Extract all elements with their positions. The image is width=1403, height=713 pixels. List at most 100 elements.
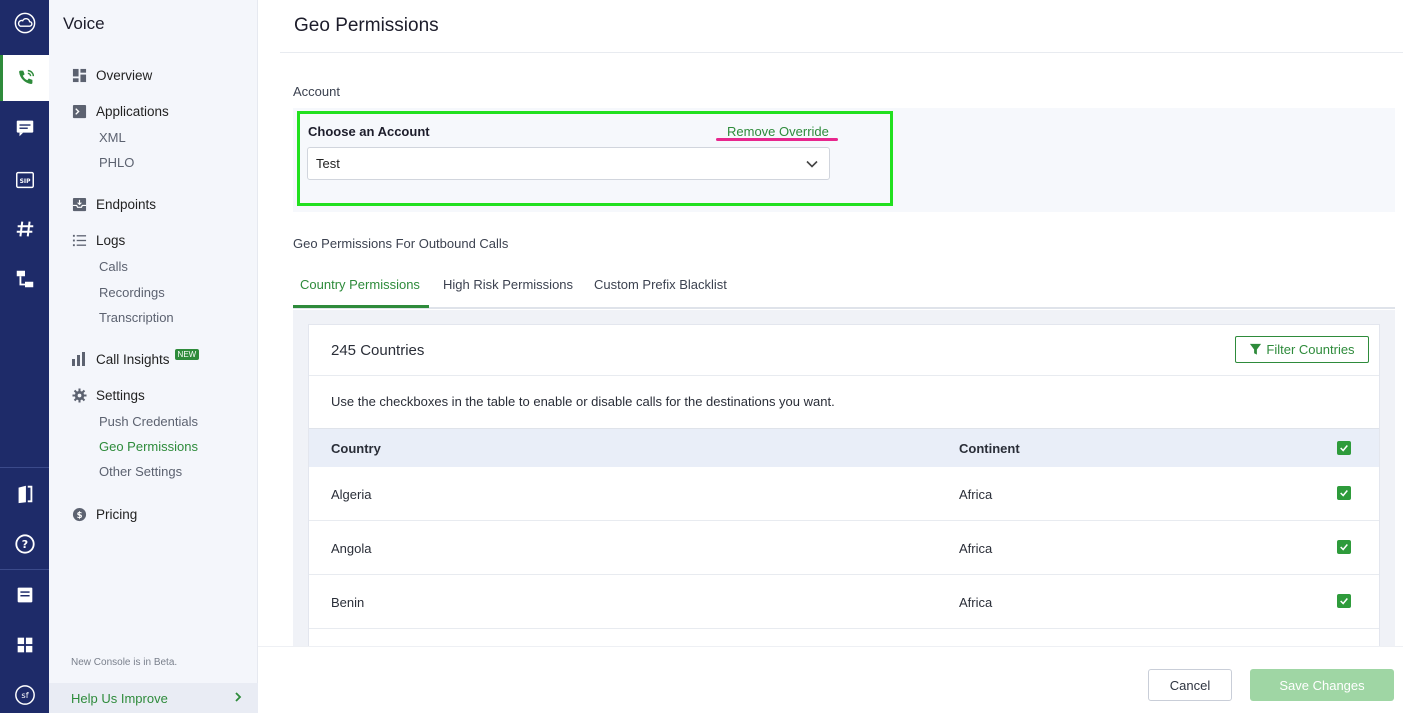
tab-custom-prefix-blacklist[interactable]: Custom Prefix Blacklist bbox=[594, 277, 727, 292]
account-select-value: Test bbox=[316, 156, 340, 171]
rail-divider bbox=[0, 467, 49, 468]
sidebar-subitem-calls[interactable]: Calls bbox=[99, 259, 128, 274]
sidebar-item-label: Applications bbox=[96, 103, 169, 119]
inbox-icon bbox=[71, 196, 87, 212]
sidebar-subitem-push-credentials[interactable]: Push Credentials bbox=[99, 414, 198, 429]
sidebar-item-label: Endpoints bbox=[96, 196, 157, 212]
beta-note: New Console is in Beta. bbox=[71, 657, 178, 668]
main-content: Geo Permissions Account Choose an Accoun… bbox=[258, 0, 1403, 713]
svg-text:$: $ bbox=[76, 509, 82, 519]
rail-divider bbox=[0, 569, 49, 570]
cloud-logo-icon[interactable] bbox=[0, 0, 49, 46]
country-cell: Benin bbox=[331, 595, 365, 610]
tab-country-permissions[interactable]: Country Permissions bbox=[300, 277, 420, 292]
permission-tabs: Country Permissions High Risk Permission… bbox=[293, 270, 1395, 309]
sidebar-item-label: Overview bbox=[96, 67, 153, 83]
row-checkbox[interactable] bbox=[1337, 486, 1351, 500]
tab-high-risk-permissions[interactable]: High Risk Permissions bbox=[443, 277, 573, 292]
dollar-icon: $ bbox=[71, 506, 87, 522]
sidebar-item-applications[interactable]: Applications bbox=[71, 103, 169, 119]
card-header: 245 Countries Filter Countries bbox=[309, 325, 1379, 376]
voice-sidebar: Voice Overview Applications XML PHLO End… bbox=[49, 0, 258, 713]
choose-account-label: Choose an Account bbox=[308, 124, 430, 139]
list-icon bbox=[71, 232, 87, 248]
sidebar-item-pricing[interactable]: $ Pricing bbox=[71, 506, 137, 522]
row-checkbox[interactable] bbox=[1337, 594, 1351, 608]
checkmark-icon bbox=[1340, 490, 1348, 497]
sidebar-subitem-transcription[interactable]: Transcription bbox=[99, 310, 174, 325]
active-tab-indicator bbox=[293, 305, 429, 308]
checkmark-icon bbox=[1340, 445, 1348, 452]
sidebar-item-settings[interactable]: Settings bbox=[71, 387, 145, 403]
user-avatar-icon[interactable]: sf bbox=[0, 672, 49, 713]
account-select[interactable]: Test bbox=[307, 147, 830, 180]
chevron-down-icon bbox=[805, 157, 819, 174]
save-changes-button[interactable]: Save Changes bbox=[1250, 669, 1394, 701]
table-row: Benin Africa bbox=[309, 575, 1379, 629]
table-header: Country Continent bbox=[309, 428, 1379, 467]
row-checkbox[interactable] bbox=[1337, 540, 1351, 554]
sidebar-item-label: Settings bbox=[96, 387, 145, 403]
sidebar-item-logs[interactable]: Logs bbox=[71, 232, 125, 248]
apps-grid-icon[interactable] bbox=[0, 622, 49, 668]
sidebar-subitem-other-settings[interactable]: Other Settings bbox=[99, 464, 182, 479]
chevron-right-icon bbox=[232, 691, 244, 706]
account-section-label: Account bbox=[293, 84, 340, 99]
sidebar-item-overview[interactable]: Overview bbox=[71, 67, 152, 83]
country-cell: Angola bbox=[331, 541, 372, 556]
filter-icon bbox=[1250, 343, 1262, 355]
table-row: Angola Africa bbox=[309, 521, 1379, 575]
title-divider bbox=[280, 52, 1403, 53]
number-hash-icon[interactable] bbox=[0, 206, 49, 252]
support-ticket-icon[interactable] bbox=[0, 572, 49, 618]
bar-chart-icon bbox=[71, 351, 87, 367]
column-header-country: Country bbox=[331, 441, 381, 456]
country-cell: Algeria bbox=[331, 487, 372, 502]
sip-icon[interactable]: SIP bbox=[0, 157, 49, 203]
svg-text:?: ? bbox=[21, 538, 27, 551]
action-footer: Cancel Save Changes bbox=[258, 646, 1403, 713]
dashboard-icon bbox=[71, 67, 87, 83]
page-title: Geo Permissions bbox=[294, 15, 439, 36]
cancel-button[interactable]: Cancel bbox=[1148, 669, 1232, 701]
icon-rail: SIP ? sf bbox=[0, 0, 49, 713]
phlo-flow-icon[interactable] bbox=[0, 256, 49, 302]
sidebar-subitem-phlo[interactable]: PHLO bbox=[99, 155, 134, 170]
filter-countries-label: Filter Countries bbox=[1266, 342, 1355, 357]
sidebar-subitem-geo-permissions[interactable]: Geo Permissions bbox=[99, 439, 198, 454]
voice-phone-icon[interactable] bbox=[0, 55, 49, 101]
sidebar-subitem-recordings[interactable]: Recordings bbox=[99, 285, 165, 300]
remove-override-link[interactable]: Remove Override bbox=[727, 124, 829, 139]
table-help-text: Use the checkboxes in the table to enabl… bbox=[331, 394, 835, 409]
gear-icon bbox=[71, 387, 87, 403]
help-us-improve-label: Help Us Improve bbox=[71, 690, 168, 706]
terminal-icon bbox=[71, 103, 87, 119]
new-badge: NEW bbox=[174, 348, 200, 360]
sidebar-item-label: Call Insights bbox=[96, 351, 170, 367]
sidebar-item-call-insights[interactable]: Call Insights NEW bbox=[71, 348, 200, 367]
svg-text:SIP: SIP bbox=[19, 178, 30, 185]
outbound-section-label: Geo Permissions For Outbound Calls bbox=[293, 236, 509, 251]
column-header-continent: Continent bbox=[959, 441, 1020, 456]
help-us-improve-link[interactable]: Help Us Improve bbox=[49, 683, 258, 713]
continent-cell: Africa bbox=[959, 487, 993, 502]
sidebar-subitem-xml[interactable]: XML bbox=[99, 130, 126, 145]
country-count: 245 Countries bbox=[331, 342, 425, 359]
checkmark-icon bbox=[1340, 598, 1348, 605]
sidebar-item-endpoints[interactable]: Endpoints bbox=[71, 196, 156, 212]
continent-cell: Africa bbox=[959, 595, 993, 610]
messaging-icon[interactable] bbox=[0, 105, 49, 151]
continent-cell: Africa bbox=[959, 541, 993, 556]
table-row: Algeria Africa bbox=[309, 467, 1379, 521]
svg-text:sf: sf bbox=[21, 690, 29, 700]
filter-countries-button[interactable]: Filter Countries bbox=[1235, 336, 1369, 363]
sidebar-title: Voice bbox=[63, 14, 105, 33]
select-all-checkbox[interactable] bbox=[1337, 441, 1351, 455]
countries-table-area: 245 Countries Filter Countries Use the c… bbox=[293, 310, 1395, 654]
sidebar-item-label: Logs bbox=[96, 232, 126, 248]
checkmark-icon bbox=[1340, 544, 1348, 551]
countries-card: 245 Countries Filter Countries Use the c… bbox=[308, 324, 1380, 654]
docs-book-icon[interactable] bbox=[0, 471, 49, 517]
help-question-icon[interactable]: ? bbox=[0, 521, 49, 567]
sidebar-item-label: Pricing bbox=[96, 506, 138, 522]
